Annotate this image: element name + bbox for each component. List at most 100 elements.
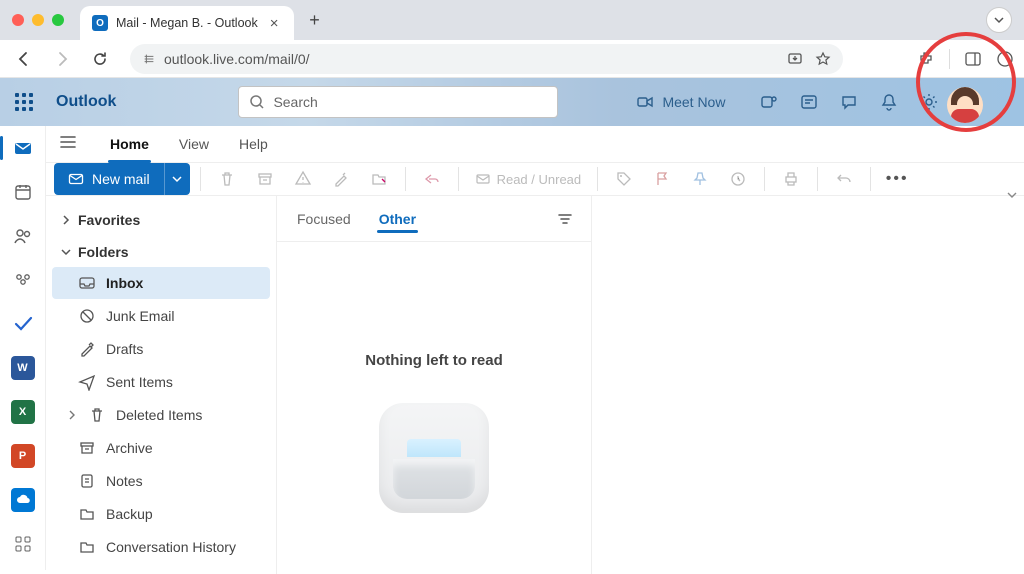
pin-icon[interactable] bbox=[684, 163, 716, 195]
avatar-icon bbox=[947, 87, 983, 123]
new-mail-button[interactable]: New mail bbox=[54, 163, 164, 195]
rail-onedrive[interactable] bbox=[9, 486, 37, 514]
collapse-ribbon-icon[interactable] bbox=[1006, 189, 1018, 201]
maximize-window[interactable] bbox=[52, 14, 64, 26]
bookmark-star-icon[interactable] bbox=[815, 51, 831, 67]
meet-now-label: Meet Now bbox=[662, 94, 725, 110]
chevron-down-icon bbox=[60, 246, 72, 258]
tab-focused[interactable]: Focused bbox=[295, 199, 353, 239]
account-manager[interactable] bbox=[932, 72, 998, 138]
empty-tray-icon bbox=[379, 403, 489, 513]
side-panel-icon[interactable] bbox=[964, 50, 982, 68]
rail-word[interactable]: W bbox=[9, 354, 37, 382]
folder-deleted[interactable]: Deleted Items bbox=[52, 399, 270, 431]
chevron-right-icon bbox=[60, 214, 72, 226]
ribbon-commands: New mail Read / Unread bbox=[46, 163, 1024, 196]
folder-inbox[interactable]: Inbox bbox=[52, 267, 270, 299]
chat-icon[interactable] bbox=[839, 92, 859, 112]
favorites-header[interactable]: Favorites bbox=[46, 206, 276, 234]
print-icon[interactable] bbox=[775, 163, 807, 195]
close-window[interactable] bbox=[12, 14, 24, 26]
extensions-icon[interactable] bbox=[917, 50, 935, 68]
delete-icon[interactable] bbox=[211, 163, 243, 195]
nav-toggle-icon[interactable] bbox=[58, 132, 82, 156]
rail-more-apps[interactable] bbox=[9, 530, 37, 558]
rail-mail[interactable] bbox=[9, 134, 37, 162]
junk-icon bbox=[78, 307, 96, 325]
folder-pane: Favorites Folders Inbox Junk Email Draft… bbox=[46, 196, 276, 574]
chevron-right-icon bbox=[66, 409, 78, 421]
rail-todo[interactable] bbox=[9, 310, 37, 338]
read-unread-label: Read / Unread bbox=[497, 172, 582, 187]
empty-state: Nothing left to read bbox=[277, 242, 591, 574]
snooze-icon[interactable] bbox=[722, 163, 754, 195]
new-mail-split[interactable] bbox=[164, 163, 190, 195]
reply-all-icon[interactable] bbox=[416, 163, 448, 195]
move-icon[interactable] bbox=[363, 163, 395, 195]
suite-header: Outlook Search Meet Now bbox=[0, 78, 1024, 126]
folder-junk[interactable]: Junk Email bbox=[52, 300, 270, 332]
browser-tab[interactable]: O Mail - Megan B. - Outlook × bbox=[80, 6, 294, 40]
tab-overflow-button[interactable] bbox=[986, 7, 1012, 33]
rail-excel[interactable]: X bbox=[9, 398, 37, 426]
browser-actions bbox=[917, 49, 1014, 69]
tab-other[interactable]: Other bbox=[377, 199, 418, 239]
ribbon-tabs: Home View Help bbox=[46, 126, 1024, 163]
tab-view[interactable]: View bbox=[177, 126, 211, 162]
outlook-brand[interactable]: Outlook bbox=[56, 93, 116, 111]
close-tab-icon[interactable]: × bbox=[266, 15, 283, 32]
folders-header[interactable]: Folders bbox=[46, 234, 276, 266]
search-box[interactable]: Search bbox=[238, 86, 558, 118]
archive-icon[interactable] bbox=[249, 163, 281, 195]
search-placeholder: Search bbox=[273, 94, 317, 110]
rail-people[interactable] bbox=[9, 222, 37, 250]
folder-icon bbox=[78, 538, 96, 556]
forward-button[interactable] bbox=[48, 45, 76, 73]
folder-archive[interactable]: Archive bbox=[52, 432, 270, 464]
new-tab-button[interactable]: + bbox=[300, 6, 328, 34]
sweep-icon[interactable] bbox=[325, 163, 357, 195]
video-icon bbox=[636, 93, 654, 111]
folder-sent[interactable]: Sent Items bbox=[52, 366, 270, 398]
toolbar-divider bbox=[949, 49, 950, 69]
report-icon[interactable] bbox=[287, 163, 319, 195]
address-bar[interactable]: outlook.live.com/mail/0/ bbox=[130, 44, 843, 74]
folder-backup[interactable]: Backup bbox=[52, 498, 270, 530]
trash-icon bbox=[88, 406, 106, 424]
teams-icon[interactable] bbox=[759, 92, 779, 112]
read-unread-button[interactable]: Read / Unread bbox=[469, 171, 588, 187]
search-icon bbox=[249, 94, 265, 110]
folder-notes[interactable]: Notes bbox=[52, 465, 270, 497]
folder-icon bbox=[78, 505, 96, 523]
new-mail-label: New mail bbox=[92, 171, 150, 187]
envelope-icon bbox=[475, 171, 491, 187]
outlook-favicon: O bbox=[92, 15, 108, 31]
tab-home[interactable]: Home bbox=[108, 126, 151, 162]
browser-toolbar: outlook.live.com/mail/0/ bbox=[0, 40, 1024, 78]
undo-icon[interactable] bbox=[828, 163, 860, 195]
app-rail: W X P bbox=[0, 126, 46, 570]
minimize-window[interactable] bbox=[32, 14, 44, 26]
flag-icon[interactable] bbox=[646, 163, 678, 195]
categorize-tag-icon[interactable] bbox=[608, 163, 640, 195]
filter-icon[interactable] bbox=[557, 211, 573, 227]
mail-icon bbox=[68, 171, 84, 187]
rail-calendar[interactable] bbox=[9, 178, 37, 206]
profile-icon[interactable] bbox=[996, 50, 1014, 68]
url-text: outlook.live.com/mail/0/ bbox=[164, 51, 310, 67]
rail-powerpoint[interactable]: P bbox=[9, 442, 37, 470]
rail-groups[interactable] bbox=[9, 266, 37, 294]
window-controls bbox=[12, 14, 64, 26]
news-icon[interactable] bbox=[799, 92, 819, 112]
tab-help[interactable]: Help bbox=[237, 126, 270, 162]
folder-drafts[interactable]: Drafts bbox=[52, 333, 270, 365]
reload-button[interactable] bbox=[86, 45, 114, 73]
app-launcher-icon[interactable] bbox=[10, 88, 38, 116]
meet-now-button[interactable]: Meet Now bbox=[626, 87, 735, 117]
back-button[interactable] bbox=[10, 45, 38, 73]
reading-pane bbox=[592, 196, 1024, 574]
notifications-bell-icon[interactable] bbox=[879, 92, 899, 112]
more-commands-icon[interactable]: ••• bbox=[881, 163, 913, 195]
folder-conversation-history[interactable]: Conversation History bbox=[52, 531, 270, 563]
install-app-icon[interactable] bbox=[787, 51, 803, 67]
